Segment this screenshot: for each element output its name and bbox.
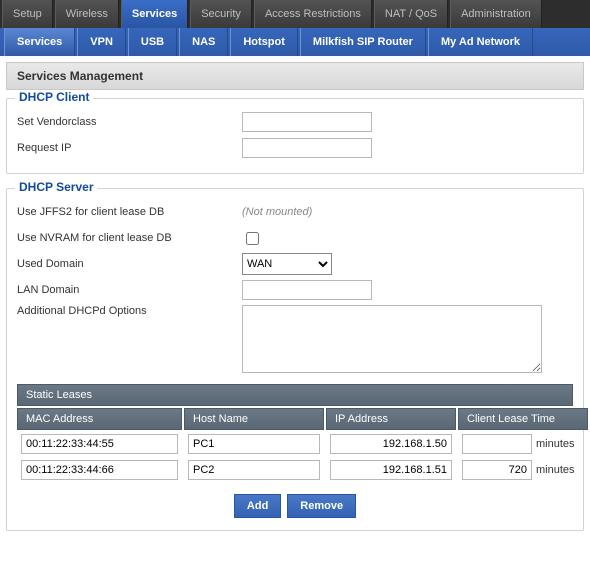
- subtab-hotspot[interactable]: Hotspot: [230, 28, 298, 56]
- table-row: minutes: [458, 432, 588, 456]
- page-body: Services Management DHCP Client Set Vend…: [0, 56, 590, 551]
- col-lease: Client Lease Time: [458, 408, 588, 430]
- tab-setup[interactable]: Setup: [2, 0, 53, 28]
- checkbox-nvram[interactable]: [246, 232, 259, 245]
- col-mac: MAC Address: [17, 408, 182, 430]
- note-jffs2: (Not mounted): [242, 206, 312, 218]
- table-row: [326, 458, 456, 482]
- subtab-milkfish[interactable]: Milkfish SIP Router: [300, 28, 426, 56]
- table-row: minutes: [458, 458, 588, 482]
- col-ip: IP Address: [326, 408, 456, 430]
- lease-time-input[interactable]: [462, 434, 532, 454]
- label-used-domain: Used Domain: [17, 258, 242, 270]
- fieldset-dhcp-client: DHCP Client Set Vendorclass Request IP: [6, 98, 584, 174]
- label-nvram: Use NVRAM for client lease DB: [17, 232, 242, 244]
- lease-mac-input[interactable]: [21, 434, 178, 454]
- tab-nat-qos[interactable]: NAT / QoS: [374, 0, 448, 28]
- subtab-adnetwork[interactable]: My Ad Network: [428, 28, 533, 56]
- table-row: [184, 458, 324, 482]
- lease-host-input[interactable]: [188, 460, 320, 480]
- add-button[interactable]: Add: [234, 494, 281, 518]
- static-leases: Static Leases MAC Address Host Name IP A…: [17, 384, 573, 518]
- subtab-vpn[interactable]: VPN: [77, 28, 126, 56]
- subtab-nas[interactable]: NAS: [179, 28, 228, 56]
- label-lan-domain: LAN Domain: [17, 284, 242, 296]
- lease-ip-input[interactable]: [330, 434, 452, 454]
- sub-nav: Services VPN USB NAS Hotspot Milkfish SI…: [0, 28, 590, 56]
- input-lan-domain[interactable]: [242, 280, 372, 300]
- input-request-ip[interactable]: [242, 138, 372, 158]
- label-jffs2: Use JFFS2 for client lease DB: [17, 206, 242, 218]
- lease-buttons: Add Remove: [17, 494, 573, 518]
- textarea-dhcpd-options[interactable]: [242, 305, 542, 373]
- top-nav: Setup Wireless Services Security Access …: [0, 0, 590, 28]
- input-vendorclass[interactable]: [242, 112, 372, 132]
- lease-grid: MAC Address Host Name IP Address Client …: [17, 408, 573, 482]
- label-vendorclass: Set Vendorclass: [17, 116, 242, 128]
- lease-time-input[interactable]: [462, 460, 532, 480]
- select-used-domain[interactable]: WAN: [242, 253, 332, 275]
- minutes-label: minutes: [536, 438, 575, 450]
- lease-host-input[interactable]: [188, 434, 320, 454]
- subtab-usb[interactable]: USB: [128, 28, 177, 56]
- tab-access-restrictions[interactable]: Access Restrictions: [254, 0, 372, 28]
- subtab-services[interactable]: Services: [4, 28, 75, 56]
- col-host: Host Name: [184, 408, 324, 430]
- lease-ip-input[interactable]: [330, 460, 452, 480]
- lease-mac-input[interactable]: [21, 460, 178, 480]
- table-row: [326, 432, 456, 456]
- tab-wireless[interactable]: Wireless: [55, 0, 119, 28]
- tab-administration[interactable]: Administration: [450, 0, 542, 28]
- label-request-ip: Request IP: [17, 142, 242, 154]
- remove-button[interactable]: Remove: [287, 494, 356, 518]
- tab-services[interactable]: Services: [121, 0, 188, 28]
- fieldset-dhcp-server: DHCP Server Use JFFS2 for client lease D…: [6, 188, 584, 531]
- legend-dhcp-client: DHCP Client: [15, 90, 93, 104]
- table-row: [17, 458, 182, 482]
- minutes-label: minutes: [536, 464, 575, 476]
- table-row: [184, 432, 324, 456]
- static-leases-title: Static Leases: [17, 384, 573, 406]
- tab-security[interactable]: Security: [190, 0, 252, 28]
- page-title: Services Management: [6, 62, 584, 90]
- legend-dhcp-server: DHCP Server: [15, 180, 97, 194]
- table-row: [17, 432, 182, 456]
- label-dhcpd-options: Additional DHCPd Options: [17, 305, 242, 317]
